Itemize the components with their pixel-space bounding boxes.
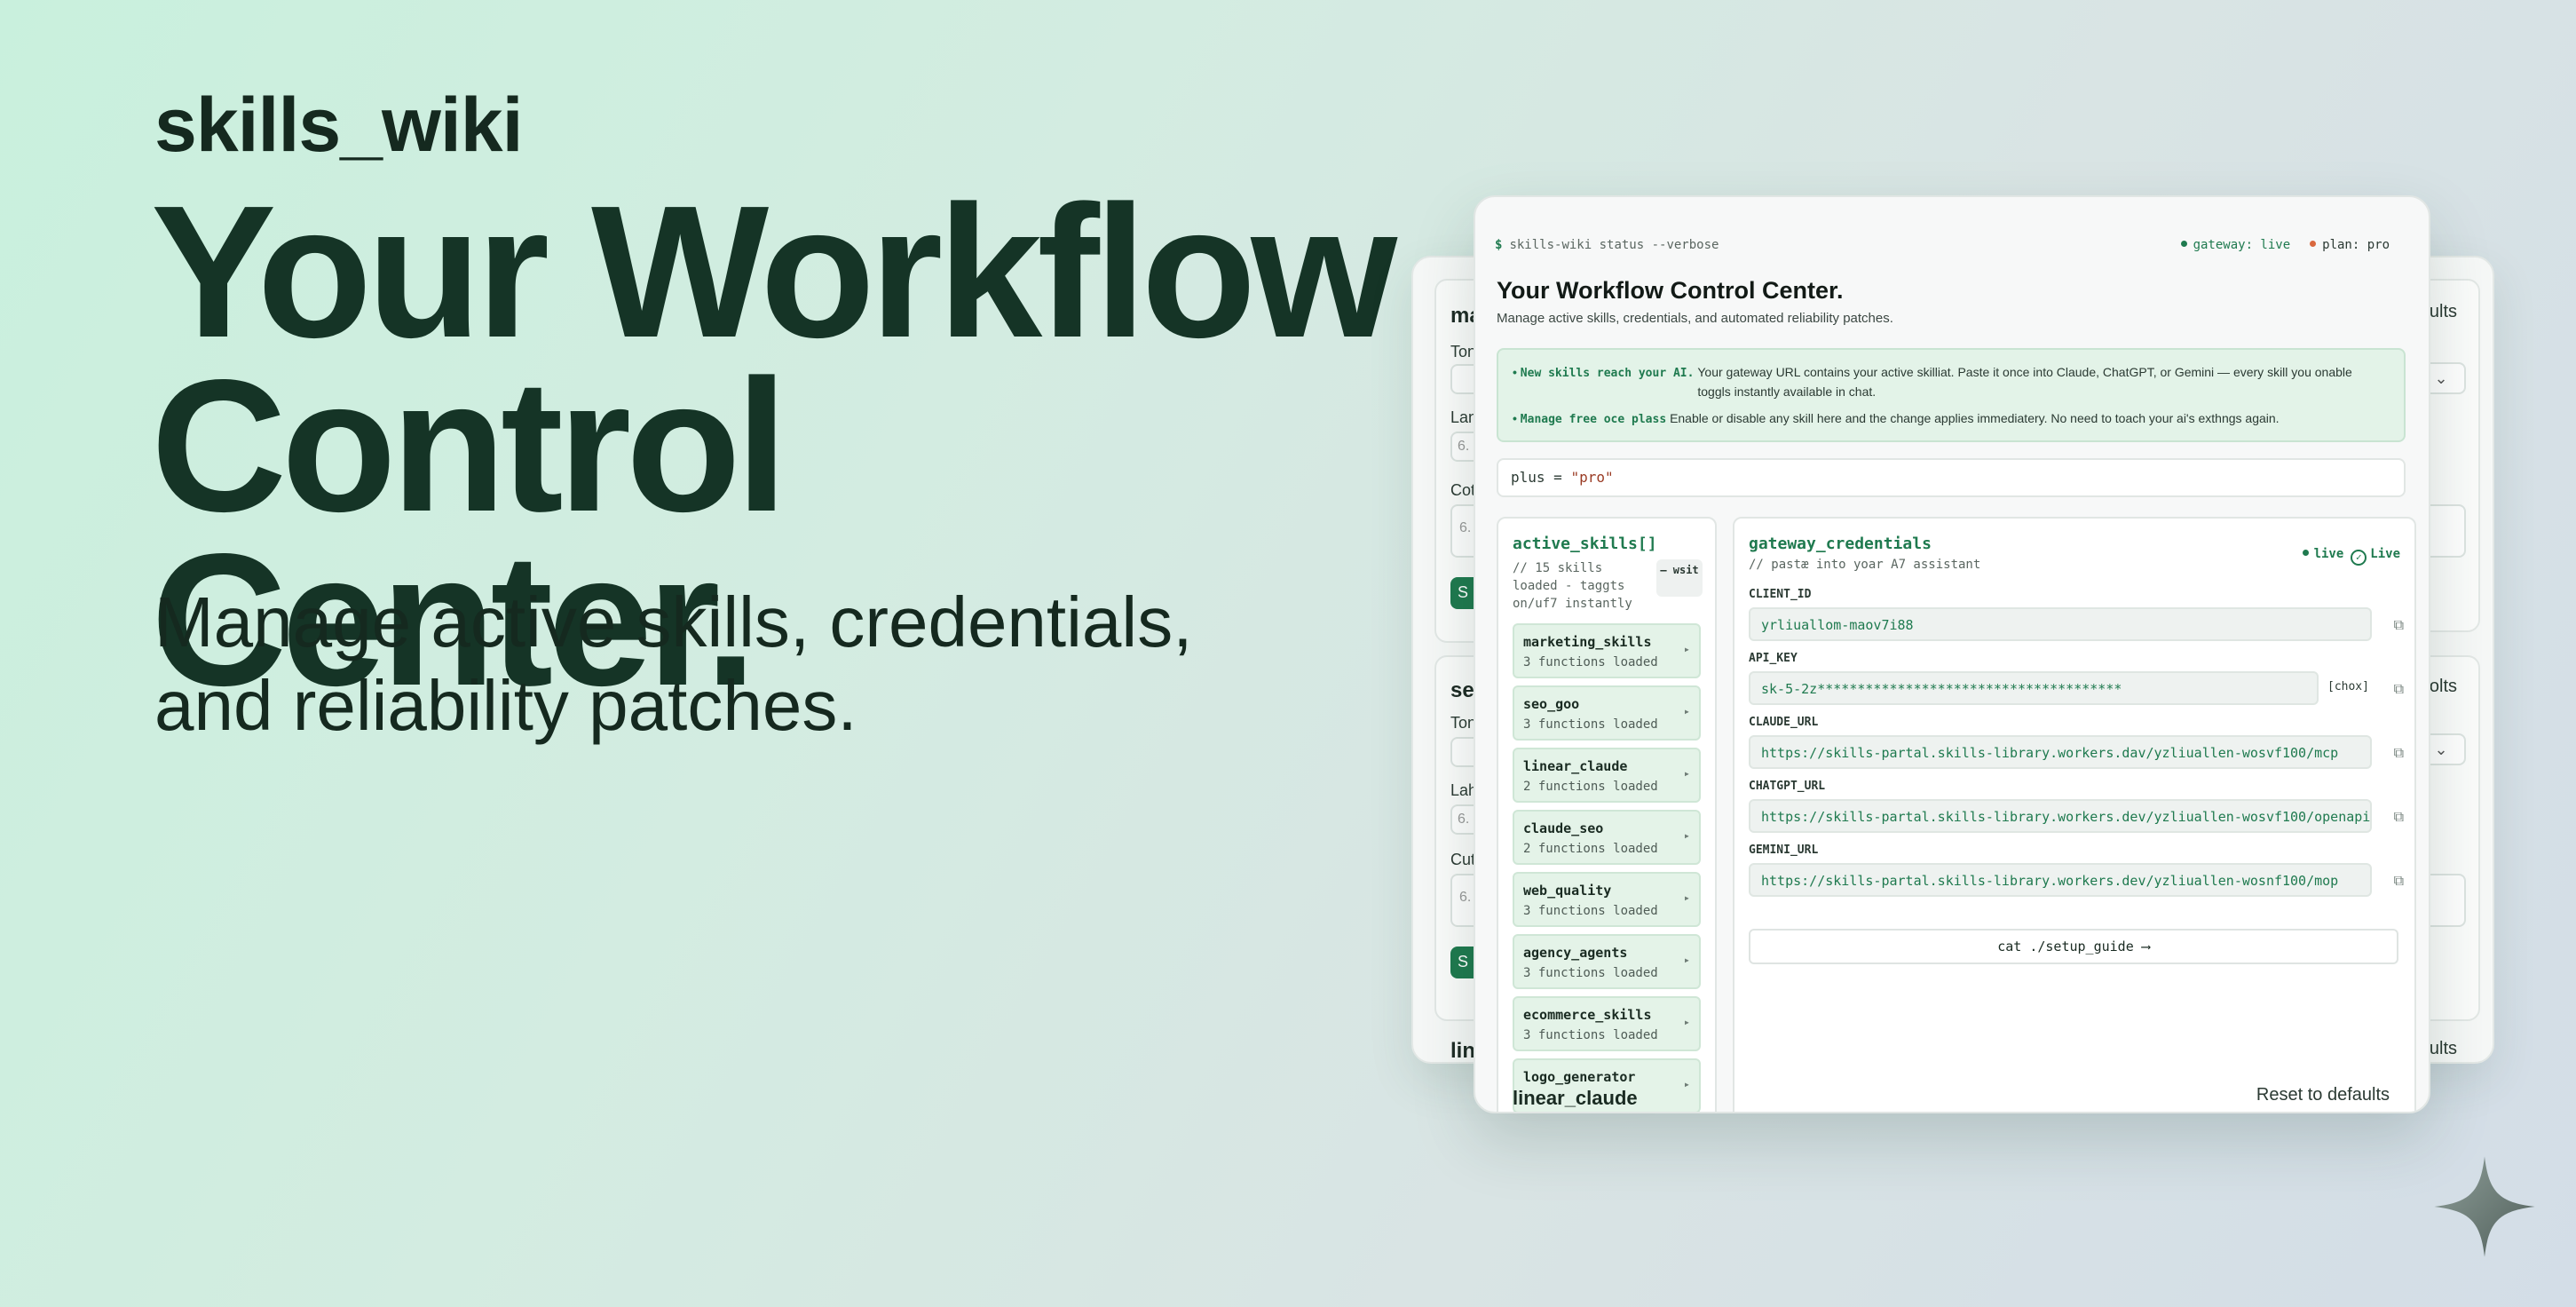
skill-item-seo-goo[interactable]: seo_goo 3 functions loaded ▸ [1513, 685, 1701, 741]
bullet-icon: • [1513, 411, 1517, 425]
bg-reset-label[interactable]: olts [2430, 677, 2457, 697]
notice-text: Your gateway URL contains your active sk… [1697, 365, 2352, 399]
bullet-icon: • [1513, 365, 1517, 379]
skill-name: seo_goo [1523, 696, 1580, 712]
skills-count: // 15 skills loaded - taggts on/uf7 inst… [1513, 561, 1632, 611]
skills-panel-title: active_skills[] [1513, 535, 1657, 553]
skill-name: marketing_skills [1523, 634, 1652, 650]
skill-functions: 2 functions loaded [1523, 842, 1658, 856]
active-skills-panel: active_skills[] // 15 skills loaded - ta… [1497, 517, 1717, 1112]
live-indicator: live ✓ Live [2302, 547, 2400, 566]
api-key-reveal-button[interactable]: [chox] [2327, 680, 2369, 693]
copy-icon[interactable]: ⧉ [2394, 616, 2404, 634]
skill-item-claude-seo[interactable]: claude_seo 2 functions loaded ▸ [1513, 810, 1701, 865]
skill-functions: 3 functions loaded [1523, 717, 1658, 732]
skill-item-marketing-skills[interactable]: marketing_skills 3 functions loaded ▸ [1513, 623, 1701, 678]
copy-icon[interactable]: ⧉ [2394, 744, 2404, 762]
bg-section-title: lin [1450, 1039, 1475, 1063]
skill-functions: 3 functions loaded [1523, 655, 1658, 669]
status-dot-icon [2302, 550, 2309, 556]
subline-line-2: and reliability patches. [154, 666, 857, 745]
status-dot-icon [2310, 241, 2317, 247]
skill-name: ecommerce_skills [1523, 1007, 1652, 1023]
bg-reset-label[interactable]: ults [2430, 302, 2457, 322]
plan-key: plus = [1511, 469, 1571, 486]
page-subtitle: Manage active skills, credentials, and a… [1497, 311, 1893, 326]
chevron-right-icon: ▸ [1683, 829, 1690, 842]
skill-functions: 3 functions loaded [1523, 966, 1658, 980]
plan-status-text: plan: pro [2322, 238, 2390, 252]
skill-item-ecommerce-skills[interactable]: ecommerce_skills 3 functions loaded ▸ [1513, 996, 1701, 1051]
skill-name: agency_agents [1523, 945, 1628, 961]
footer-skill-name: linear_claude [1513, 1087, 1638, 1109]
client-id-field[interactable]: yrliuallom-maov7i88 [1749, 607, 2372, 641]
chevron-right-icon: ▸ [1683, 891, 1690, 904]
skill-item-web-quality[interactable]: web_quality 3 functions loaded ▸ [1513, 872, 1701, 927]
chatgpt-url-label: CHATGPT_URL [1749, 780, 1826, 793]
brand-name: skills_wiki [154, 83, 524, 168]
notice-key: Manage free oce plass [1520, 413, 1667, 426]
hero-subline: Manage active skills, credentials, and r… [154, 581, 1379, 748]
command-line: $ skills-wiki status --verbose [1495, 238, 1719, 252]
bg-label: Cut [1450, 851, 1476, 868]
page-title: Your Workflow Control Center. [1497, 277, 1844, 304]
notice-row: • New skills reach your AI. Your gateway… [1513, 362, 2391, 401]
setup-guide-button[interactable]: cat ./setup_guide ⟶ [1749, 929, 2398, 964]
app-window: $ skills-wiki status --verbose gateway: l… [1474, 195, 2430, 1113]
info-notice: • New skills reach your AI. Your gateway… [1497, 348, 2406, 442]
claude-url-label: CLAUDE_URL [1749, 716, 1819, 729]
credentials-title: gateway_credentials [1749, 535, 1932, 553]
plan-status: plan: pro [2310, 238, 2390, 252]
copy-icon[interactable]: ⧉ [2394, 808, 2404, 826]
check-circle-icon: ✓ [2351, 550, 2367, 566]
chevron-right-icon: ▸ [1683, 705, 1690, 717]
client-id-label: CLIENT_ID [1749, 588, 1812, 601]
chevron-right-icon: ▸ [1683, 954, 1690, 966]
skill-functions: 3 functions loaded [1523, 904, 1658, 918]
skill-functions: 2 functions loaded [1523, 780, 1658, 794]
notice-key: New skills reach your AI. [1520, 367, 1695, 380]
gateway-status: gateway: live [2180, 238, 2291, 252]
bg-label: Ton [1450, 343, 1477, 360]
copy-icon[interactable]: ⧉ [2394, 680, 2404, 698]
skill-functions: 3 functions loaded [1523, 1028, 1658, 1042]
bg-label: Ton [1450, 714, 1477, 732]
live-text: live [2313, 547, 2344, 561]
skills-filter-button[interactable]: — wsit [1656, 559, 1703, 597]
api-key-field[interactable]: sk-5-2z*********************************… [1749, 671, 2319, 705]
chatgpt-url-field[interactable]: https://skills-partal.skills-library.wor… [1749, 799, 2372, 833]
window-footer: linear_claude Reset to defaults [1474, 1081, 2430, 1115]
copy-icon[interactable]: ⧉ [2394, 872, 2404, 890]
gateway-credentials-panel: gateway_credentials // pastæ into yoar A… [1733, 517, 2416, 1112]
gateway-status-text: gateway: live [2193, 238, 2291, 252]
plan-field[interactable]: plus = "pro" [1497, 458, 2406, 497]
headline-line-1: Your Workflow [151, 166, 1397, 376]
skill-item-agency-agents[interactable]: agency_agents 3 functions loaded ▸ [1513, 934, 1701, 989]
notice-row: • Manage free oce plass Enable or disabl… [1513, 408, 2280, 430]
skill-name: claude_seo [1523, 820, 1604, 836]
skill-name: linear_claude [1523, 758, 1628, 774]
command-text: skills-wiki status --verbose [1509, 238, 1719, 252]
sparkle-icon [2434, 1156, 2535, 1257]
notice-text: Enable or disable any skill here and the… [1670, 411, 2280, 425]
credentials-subtitle: // pastæ into yoar A7 assistant [1749, 558, 1981, 572]
gemini-url-label: GEMINI_URL [1749, 844, 1819, 857]
status-dot-icon [2180, 241, 2187, 247]
live-text-2: Live [2370, 547, 2400, 561]
bg-label: Cot [1450, 481, 1476, 499]
reset-defaults-button[interactable]: Reset to defaults [2256, 1085, 2390, 1105]
prompt-symbol: $ [1495, 238, 1503, 252]
claude-url-field[interactable]: https://skills-partal.skills-library.wor… [1749, 735, 2372, 769]
plan-value: "pro" [1570, 469, 1614, 486]
subline-line-1: Manage active skills, credentials, [154, 582, 1193, 661]
gemini-url-field[interactable]: https://skills-partal.skills-library.wor… [1749, 863, 2372, 897]
skill-item-linear-claude[interactable]: linear_claude 2 functions loaded ▸ [1513, 748, 1701, 803]
chevron-right-icon: ▸ [1683, 643, 1690, 655]
chevron-right-icon: ▸ [1683, 767, 1690, 780]
chevron-right-icon: ▸ [1683, 1016, 1690, 1028]
api-key-label: API_KEY [1749, 652, 1798, 665]
skill-name: web_quality [1523, 883, 1612, 899]
status-bar: gateway: live plan: pro [2180, 238, 2390, 252]
